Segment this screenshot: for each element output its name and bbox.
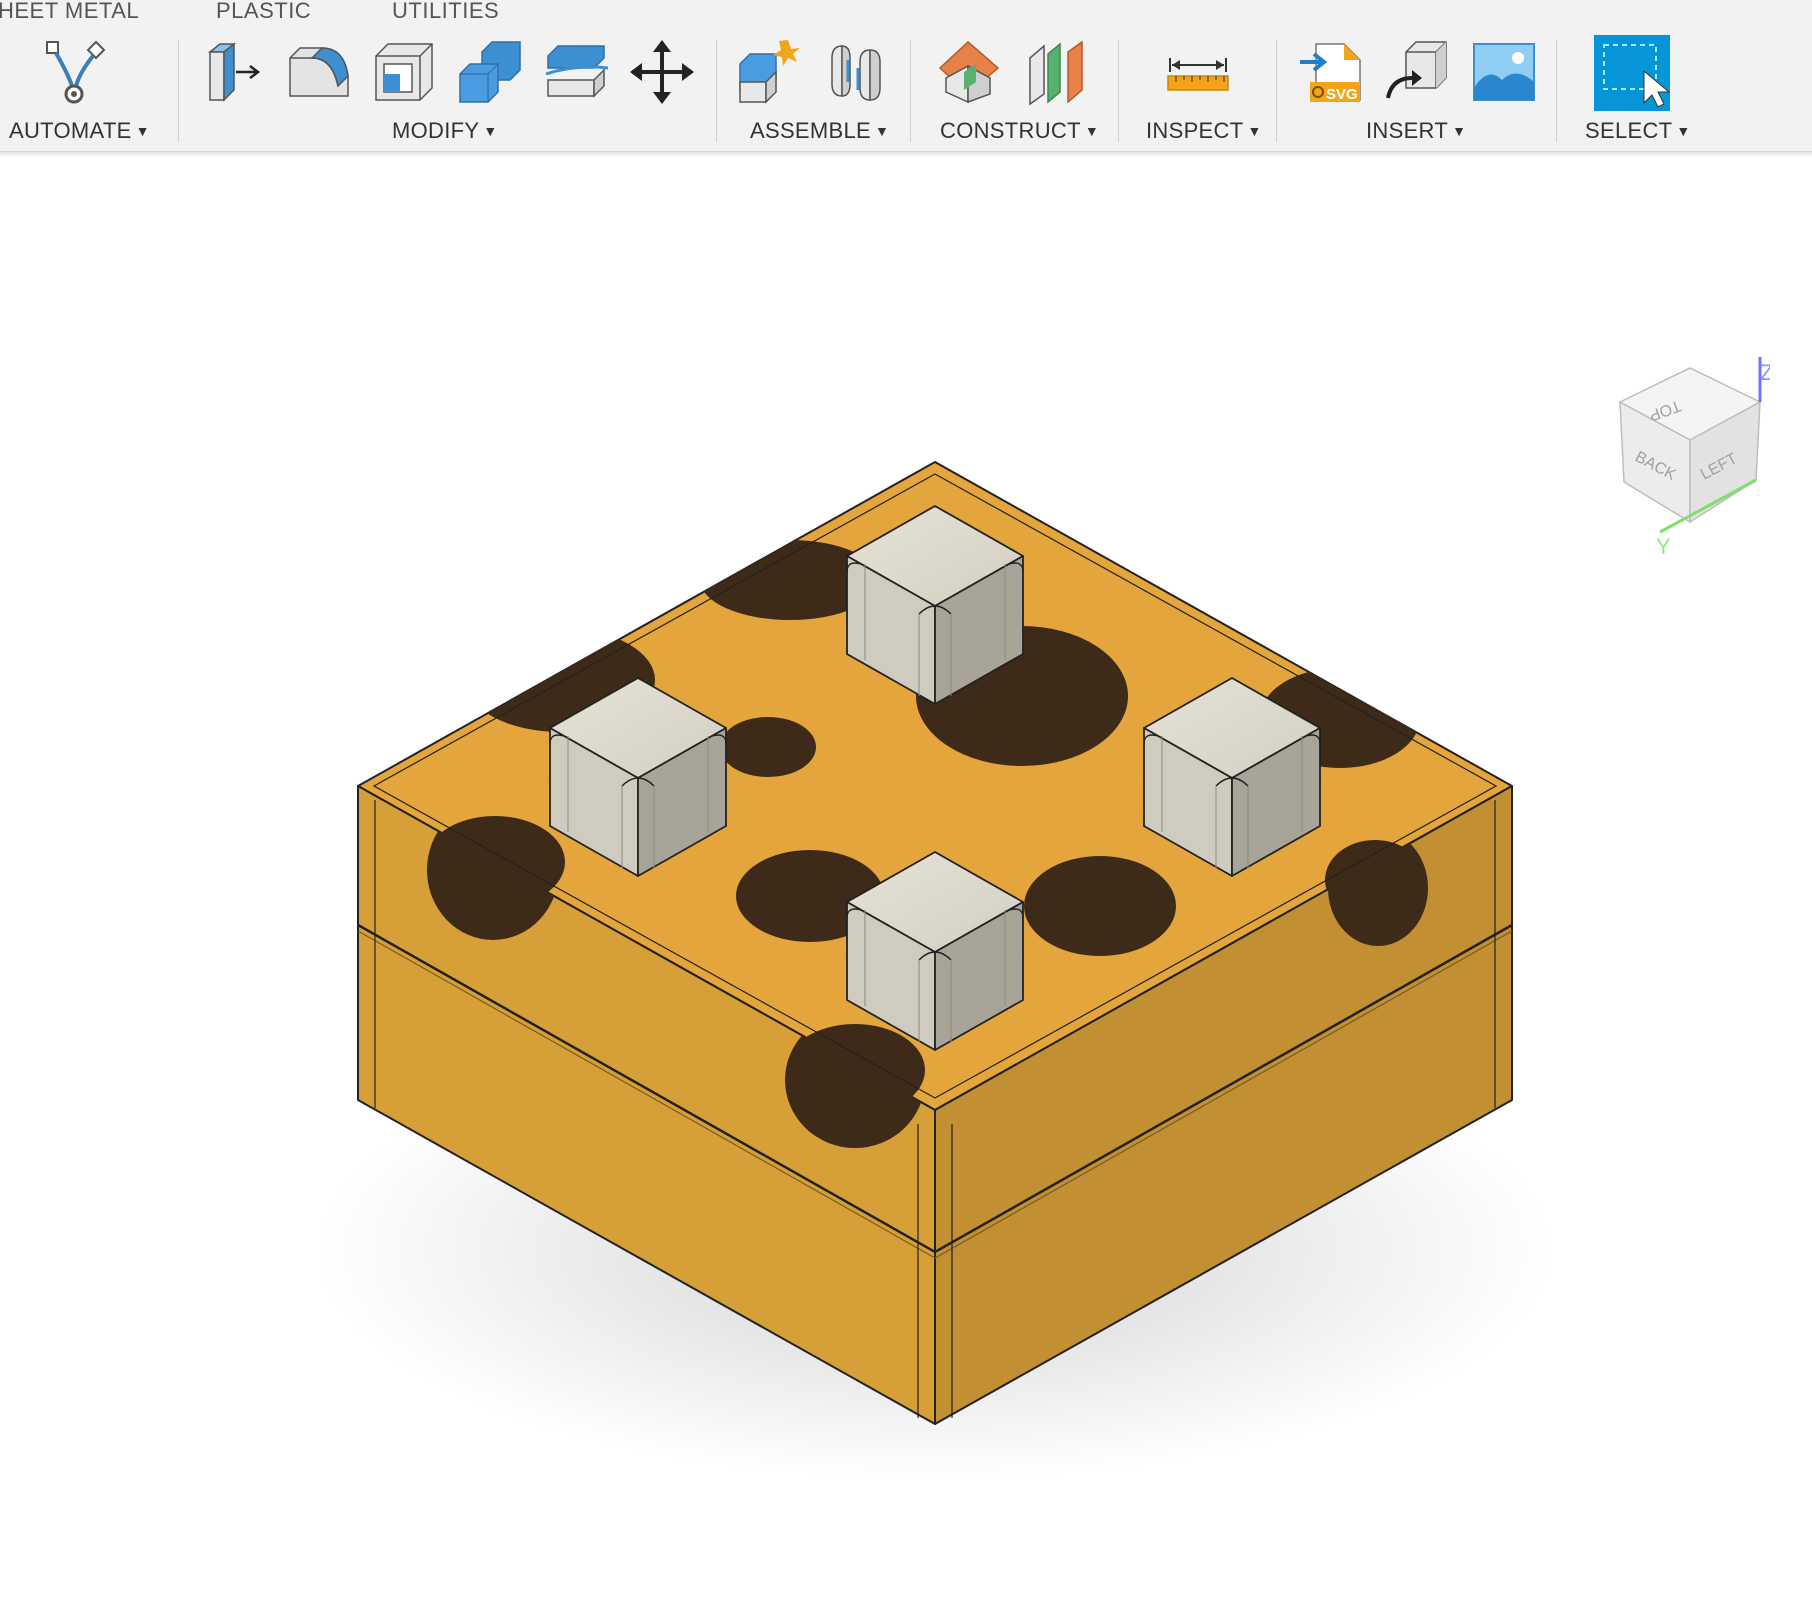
group-separator [1276, 40, 1277, 142]
axis-y-label: Y [1656, 534, 1671, 559]
canvas-image-icon[interactable] [1470, 38, 1538, 106]
group-separator [178, 40, 179, 142]
offset-plane-icon[interactable] [936, 38, 1004, 106]
automate-node-icon[interactable] [42, 38, 110, 106]
canvas-viewport[interactable]: TOP BACK LEFT Z Y [0, 157, 1812, 1618]
shell-icon[interactable] [370, 38, 438, 106]
viewcube[interactable]: TOP BACK LEFT Z Y [1600, 352, 1770, 562]
window-select-icon[interactable] [1594, 35, 1670, 111]
modify-menu[interactable]: MODIFY ▼ [392, 118, 498, 144]
insert-menu[interactable]: INSERT ▼ [1366, 118, 1466, 144]
tab-sheet-metal[interactable]: HEET METAL [0, 0, 139, 22]
split-face-icon[interactable] [542, 38, 610, 106]
workspace-tabs: HEET METAL PLASTIC UTILITIES [0, 0, 1812, 26]
cookie-box-model[interactable] [0, 157, 1812, 1618]
automate-menu[interactable]: AUTOMATE ▼ [9, 118, 150, 144]
construct-menu[interactable]: CONSTRUCT ▼ [940, 118, 1099, 144]
measure-icon[interactable] [1164, 38, 1232, 106]
tab-utilities[interactable]: UTILITIES [392, 0, 499, 22]
toolbar-ribbon: AUTOMATE ▼ MODIFY ▼ ASSEMBLE ▼ CONSTRUCT… [0, 26, 1812, 152]
group-separator [910, 40, 911, 142]
group-separator [1118, 40, 1119, 142]
new-component-icon[interactable] [736, 38, 804, 106]
fillet-icon[interactable] [284, 38, 352, 106]
group-separator [1556, 40, 1557, 142]
press-pull-icon[interactable] [200, 38, 268, 106]
svg-badge-text: SVG [1326, 86, 1358, 103]
move-icon[interactable] [628, 38, 696, 106]
insert-svg-icon[interactable]: SVG [1298, 38, 1366, 106]
joint-icon[interactable] [822, 38, 890, 106]
insert-mesh-icon[interactable] [1384, 38, 1452, 106]
group-separator [716, 40, 717, 142]
axis-z-label: Z [1760, 360, 1770, 385]
midplane-icon[interactable] [1024, 38, 1092, 106]
select-menu[interactable]: SELECT ▼ [1585, 118, 1691, 144]
inspect-menu[interactable]: INSPECT ▼ [1146, 118, 1262, 144]
combine-icon[interactable] [456, 38, 524, 106]
tab-plastic[interactable]: PLASTIC [216, 0, 311, 22]
assemble-menu[interactable]: ASSEMBLE ▼ [750, 118, 889, 144]
